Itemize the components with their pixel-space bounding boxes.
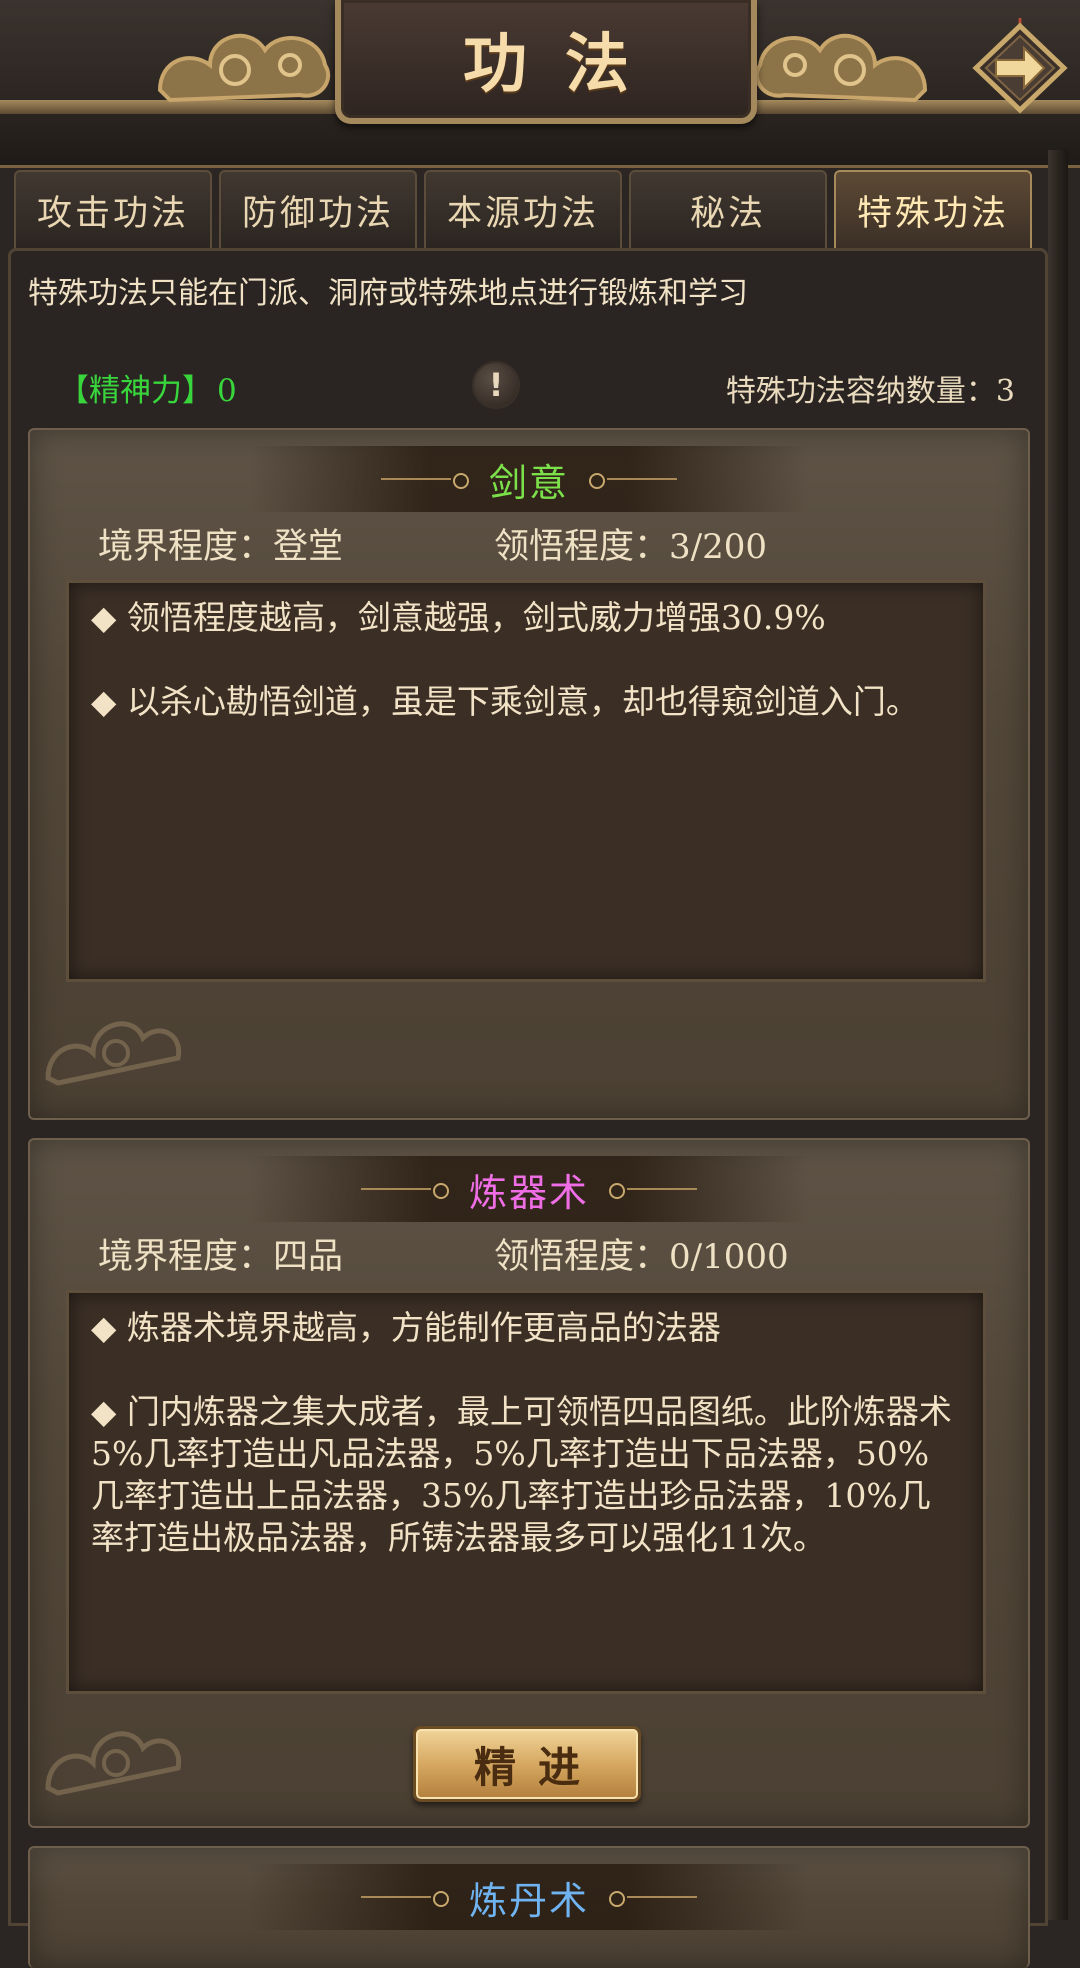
header-bar: 功法 (0, 0, 1080, 168)
capacity-value: 3 (995, 374, 1015, 409)
skill-name: 炼丹术 (468, 1878, 589, 1923)
tab-special[interactable]: 特殊功法 (834, 170, 1032, 248)
side-rail (1048, 150, 1068, 1920)
skill-description: ◆ 领悟程度越高，剑意越强，剑式威力增强30.9% ◆ 以杀心勘悟剑道，虽是下乘… (66, 580, 986, 982)
realm-value: 登堂 (273, 527, 344, 567)
skill-title-bar: 剑意 (30, 446, 1028, 512)
description-line: ◆ 以杀心勘悟剑道，虽是下乘剑意，却也得窥剑道入门。 (91, 682, 919, 721)
description-line: ◆ 炼器术境界越高，方能制作更高品的法器 (91, 1308, 721, 1347)
cloud-ornament-left (157, 33, 331, 103)
title-ornament-right (607, 1890, 697, 1907)
skill-card-forging: 炼器术 境界程度：四品 领悟程度：0/1000 ◆ 炼器术境界越高，方能制作更高… (28, 1138, 1030, 1828)
spirit-label: 【精神力】 (58, 373, 213, 409)
tab-bar: 攻击功法 防御功法 本源功法 秘法 特殊功法 (14, 170, 1034, 248)
tab-label: 防御功法 (241, 193, 394, 234)
skill-card-alchemy: 炼丹术 (28, 1846, 1030, 1968)
skill-stats: 境界程度：四品 领悟程度：0/1000 (98, 1228, 1008, 1277)
comprehension-label: 领悟程度： (494, 527, 670, 567)
page-title: 功法 (463, 27, 667, 102)
tab-label: 攻击功法 (36, 193, 189, 234)
cloud-ornament-right (754, 33, 928, 103)
title-ornament-left (360, 1182, 451, 1199)
page-title-plate: 功法 (335, 0, 757, 124)
skill-description: ◆ 炼器术境界越高，方能制作更高品的法器 ◆ 门内炼器之集大成者，最上可领悟四品… (66, 1290, 986, 1694)
realm-label: 境界程度： (98, 1237, 274, 1277)
tab-label: 秘法 (689, 193, 766, 234)
realm-label: 境界程度： (98, 527, 274, 567)
title-ornament-right (587, 472, 677, 489)
cloud-ornament (45, 1731, 182, 1796)
tab-label: 本源功法 (446, 193, 599, 234)
skill-title-bar: 炼器术 (30, 1156, 1028, 1222)
advance-button[interactable]: 精进 (413, 1726, 641, 1802)
info-icon[interactable]: ! (474, 363, 518, 407)
realm-stat: 境界程度：登堂 (98, 518, 343, 569)
capacity-label: 特殊功法容纳数量： (725, 374, 996, 409)
tab-defense[interactable]: 防御功法 (219, 170, 417, 248)
tab-label: 特殊功法 (856, 193, 1009, 234)
comprehension-label: 领悟程度： (494, 1237, 670, 1277)
capacity-stat: 特殊功法容纳数量：3 (726, 366, 1015, 410)
notice-text: 特殊功法只能在门派、洞府或特殊地点进行锻炼和学习 (28, 276, 748, 311)
realm-value: 四品 (273, 1237, 344, 1277)
title-ornament-left (360, 1890, 451, 1907)
tab-attack[interactable]: 攻击功法 (14, 170, 212, 248)
arrow-right-icon[interactable] (972, 18, 1068, 114)
skill-name: 剑意 (488, 460, 569, 505)
title-ornament-left (380, 472, 471, 489)
spirit-stat: 【精神力】 0 (58, 365, 237, 410)
skill-stats: 境界程度：登堂 领悟程度：3/200 (98, 518, 1008, 567)
comprehension-stat: 领悟程度：0/1000 (494, 1228, 789, 1279)
comprehension-stat: 领悟程度：3/200 (494, 518, 767, 569)
title-ornament-right (607, 1182, 697, 1199)
tab-origin[interactable]: 本源功法 (424, 170, 622, 248)
skill-name: 炼器术 (468, 1170, 589, 1215)
skill-title-bar: 炼丹术 (30, 1864, 1028, 1930)
tab-secret[interactable]: 秘法 (629, 170, 827, 248)
cloud-ornament (45, 1021, 182, 1086)
skill-card-sword-intent: 剑意 境界程度：登堂 领悟程度：3/200 ◆ 领悟程度越高，剑意越强，剑式威力… (28, 428, 1030, 1120)
comprehension-value: 3/200 (669, 527, 767, 567)
description-line: ◆ 门内炼器之集大成者，最上可领悟四品图纸。此阶炼器术5%几率打造出凡品法器，5… (91, 1392, 952, 1557)
comprehension-value: 0/1000 (669, 1237, 789, 1277)
description-line: ◆ 领悟程度越高，剑意越强，剑式威力增强30.9% (91, 598, 826, 637)
spirit-value: 0 (217, 373, 237, 409)
realm-stat: 境界程度：四品 (98, 1228, 343, 1279)
